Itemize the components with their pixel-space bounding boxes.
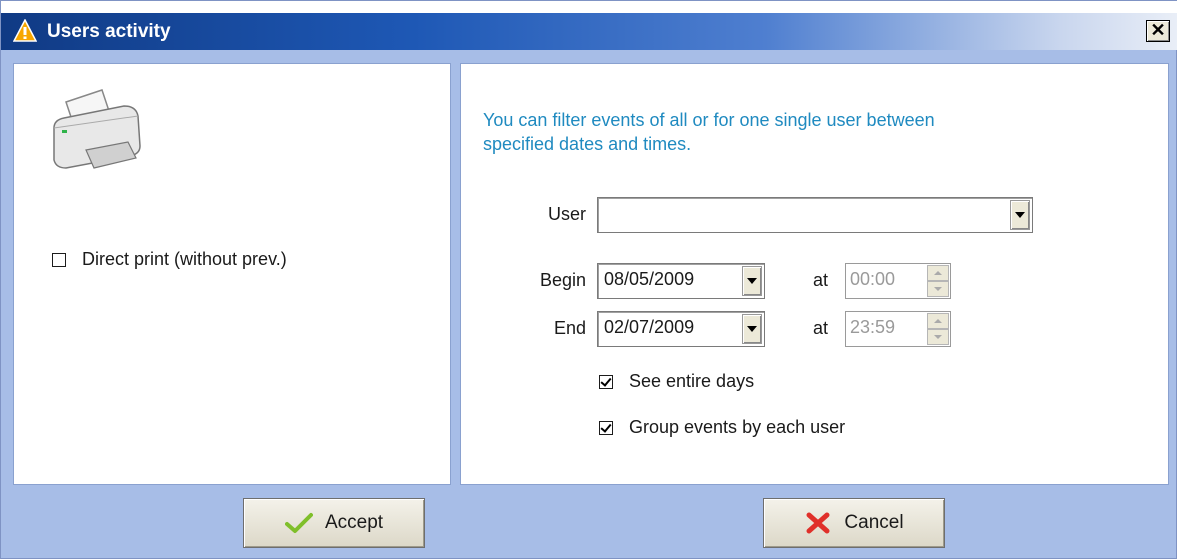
- window-title: Users activity: [47, 21, 171, 42]
- user-label: User: [547, 204, 586, 224]
- print-options-panel: Direct print (without prev.): [13, 63, 451, 485]
- direct-print-checkbox[interactable]: Direct print (without prev.): [52, 249, 287, 270]
- arrow-down-icon: [934, 335, 942, 339]
- filter-info-line1: You can filter events of all or for one …: [483, 110, 935, 130]
- filter-panel: You can filter events of all or for one …: [460, 63, 1169, 485]
- end-time-up-button[interactable]: [927, 313, 949, 329]
- see-entire-days-label: See entire days: [629, 371, 755, 391]
- end-date-picker[interactable]: 02/07/2009: [597, 311, 765, 347]
- title-bar[interactable]: Users activity ✕: [1, 13, 1177, 50]
- x-cancel-icon: [806, 512, 830, 534]
- group-events-checkbox-box[interactable]: [599, 420, 613, 435]
- filter-info-text: You can filter events of all or for one …: [483, 108, 1043, 156]
- end-at-label: at: [813, 318, 829, 338]
- begin-label: Begin: [539, 270, 586, 290]
- end-time-spinner[interactable]: 23:59: [845, 311, 951, 347]
- accept-button[interactable]: Accept: [243, 498, 425, 548]
- begin-date-picker[interactable]: 08/05/2009: [597, 263, 765, 299]
- end-time-spin-buttons[interactable]: [927, 313, 949, 345]
- see-entire-days-checkbox[interactable]: See entire days: [599, 371, 754, 392]
- end-time-value: 23:59: [850, 317, 896, 337]
- close-button[interactable]: ✕: [1146, 20, 1170, 42]
- users-activity-dialog: Users activity ✕ Direct print (without p…: [0, 0, 1177, 559]
- cancel-button-label: Cancel: [844, 512, 904, 533]
- direct-print-label: Direct print (without prev.): [82, 249, 287, 269]
- begin-time-spinner[interactable]: 00:00: [845, 263, 951, 299]
- begin-date-dropdown-button[interactable]: [742, 266, 762, 296]
- filter-info-line2: specified dates and times.: [483, 134, 692, 154]
- checkmark-icon: [284, 513, 313, 533]
- chevron-down-icon: [1015, 212, 1025, 218]
- arrow-up-icon: [934, 319, 942, 323]
- begin-time-value: 00:00: [850, 269, 896, 289]
- begin-time-spin-buttons[interactable]: [927, 265, 949, 297]
- group-events-checkbox[interactable]: Group events by each user: [599, 417, 845, 438]
- cancel-button[interactable]: Cancel: [763, 498, 945, 548]
- see-entire-days-checkbox-box[interactable]: [599, 374, 613, 389]
- background-window-strip: [1, 1, 1177, 13]
- arrow-up-icon: [934, 271, 942, 275]
- user-select[interactable]: [597, 197, 1033, 233]
- close-icon: ✕: [1150, 20, 1166, 40]
- chevron-down-icon: [747, 326, 757, 332]
- begin-at-label: at: [813, 270, 829, 290]
- begin-time-down-button[interactable]: [927, 281, 949, 297]
- printer-icon: [53, 89, 141, 169]
- direct-print-checkbox-box[interactable]: [52, 252, 66, 267]
- end-label: End: [553, 318, 586, 338]
- end-date-value: 02/07/2009: [604, 317, 695, 337]
- end-date-dropdown-button[interactable]: [742, 314, 762, 344]
- group-events-label: Group events by each user: [629, 417, 846, 437]
- begin-date-value: 08/05/2009: [604, 269, 695, 289]
- warning-triangle-icon: [13, 19, 37, 42]
- arrow-down-icon: [934, 287, 942, 291]
- chevron-down-icon: [747, 278, 757, 284]
- accept-button-label: Accept: [324, 512, 384, 533]
- begin-time-up-button[interactable]: [927, 265, 949, 281]
- user-dropdown-button[interactable]: [1010, 200, 1030, 230]
- end-time-down-button[interactable]: [927, 329, 949, 345]
